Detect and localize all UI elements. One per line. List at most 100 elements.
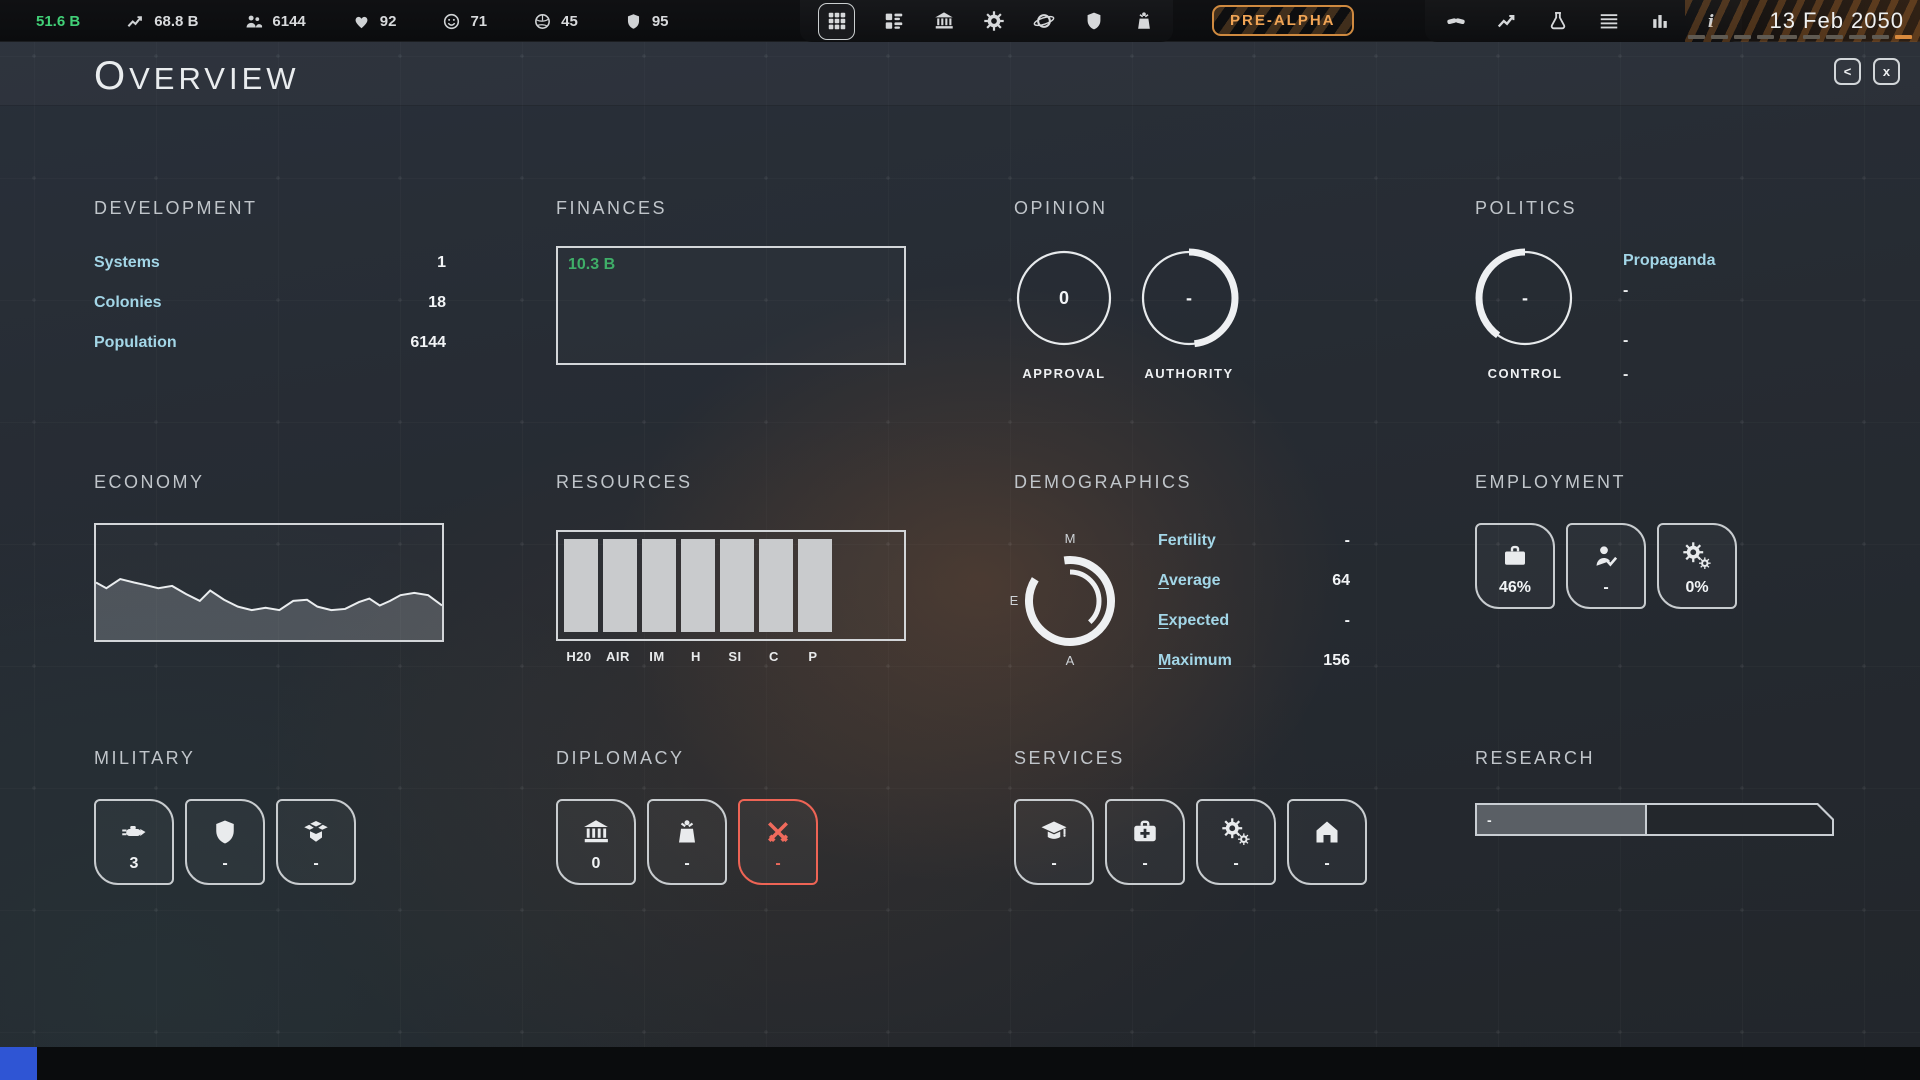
resources-labels: H20AirIMHSiCP [556,641,906,664]
research-title: RESEARCH [1475,748,1834,769]
heart-icon [352,12,371,31]
military-title: MILITARY [94,748,356,769]
demographics-title: DEMOGRAPHICS [1014,472,1350,493]
opinion-panel: OPINION 0 APPROVAL - [1014,198,1239,381]
briefcase-icon [1500,541,1530,571]
diplomacy-envoys-card[interactable]: - [647,799,727,885]
resource-bar [759,539,793,632]
resource-label: C [757,649,791,664]
services-industry-card[interactable]: - [1196,799,1276,885]
crossed-swords-icon [763,817,793,847]
open-box-icon [301,817,331,847]
resource-label: Air [601,649,635,664]
systems-row: Systems1 [94,243,446,283]
finances-balance: 10.3 B [568,256,615,274]
gears-icon [1682,541,1712,571]
development-panel: DEVELOPMENT Systems1 Colonies18 Populati… [94,198,446,363]
screen-header: Overview < x [0,42,1920,106]
population-row: Population6144 [94,323,446,363]
back-button[interactable]: < [1834,58,1861,85]
stat-planets: 45 [533,12,578,31]
control-gauge: - CONTROL [1475,248,1575,381]
stat-population: 6144 [244,12,305,31]
nav-log-button[interactable] [1598,10,1620,32]
empire-stats: 51.6 B 68.8 B 6144 92 71 45 95 [36,0,669,42]
economy-line-chart [96,525,442,640]
finances-title: FINANCES [556,198,906,219]
services-health-card[interactable]: - [1105,799,1185,885]
expected-row: Expected- [1158,601,1350,641]
nav-overview-button[interactable] [818,3,855,40]
employment-workers-card[interactable]: - [1566,523,1646,609]
person-check-icon [1591,541,1621,571]
spaceship-icon [119,817,149,847]
nav-diplomacy-button[interactable] [1445,10,1467,32]
nav-settings-button[interactable] [983,10,1005,32]
military-supplies-card[interactable]: - [276,799,356,885]
nav-research-button[interactable] [1547,10,1569,32]
credits-value: 51.6 B [36,13,80,30]
services-title: SERVICES [1014,748,1367,769]
shield-icon [1083,10,1105,32]
svg-text:-: - [1186,288,1192,308]
services-education-card[interactable]: - [1014,799,1094,885]
nav-economy-button[interactable] [1496,10,1518,32]
turn-tick [1711,35,1728,39]
graduation-cap-icon [1039,817,1069,847]
military-ships-card[interactable]: 3 [94,799,174,885]
people-icon [244,12,263,31]
stat-credits: 51.6 B [36,13,80,30]
politics-title: POLITICS [1475,198,1895,219]
trend-icon [1496,10,1518,32]
diplomacy-factions-card[interactable]: 0 [556,799,636,885]
services-housing-card[interactable]: - [1287,799,1367,885]
nav-leaders-button[interactable] [1133,10,1155,32]
demographics-gauge: M E A [1004,529,1136,667]
flask-icon [1547,10,1569,32]
economy-panel: ECONOMY [94,472,444,642]
house-icon [1312,817,1342,847]
shield-icon [624,12,643,31]
nav-stats-button[interactable] [1649,10,1671,32]
fertility-row: Fertility- [1158,521,1350,561]
nav-government-button[interactable] [933,10,955,32]
maximum-row: Maximum156 [1158,641,1350,681]
resources-panel: RESOURCES H20AirIMHSiCP [556,472,906,664]
bank-icon [933,10,955,32]
nav-planets-button[interactable] [1033,10,1055,32]
planet-icon [533,12,552,31]
nav-defense-button[interactable] [1083,10,1105,32]
nav-colonies-button[interactable] [883,10,905,32]
resource-bar [564,539,598,632]
colonies-row: Colonies18 [94,283,446,323]
military-defense-card[interactable]: - [185,799,265,885]
page-title: Overview [94,54,300,99]
close-button[interactable]: x [1873,58,1900,85]
svg-text:-: - [1522,288,1528,308]
medkit-icon [1130,817,1160,847]
svg-text:A: A [1066,653,1075,667]
handshake-icon [1445,10,1467,32]
propaganda-label: Propaganda [1623,252,1715,270]
grid-icon [826,10,848,32]
game-overview-screen: 51.6 B 68.8 B 6144 92 71 45 95 PRE-ALPHA [0,0,1920,1080]
services-panel: SERVICES - - - - [1014,748,1367,885]
employment-automation-card[interactable]: 0% [1657,523,1737,609]
minimized-window-button[interactable] [0,1047,37,1080]
diplomacy-panel: DIPLOMACY 0 - - [556,748,818,885]
finances-chart-box: 10.3 B [556,246,906,365]
politics-list: Propaganda - - - [1623,252,1715,384]
diplomacy-wars-card[interactable]: - [738,799,818,885]
stat-income: 68.8 B [126,12,198,31]
authority-gauge: - AUTHORITY [1139,248,1239,381]
turn-tick [1826,35,1843,39]
resource-bar [603,539,637,632]
resource-bar [798,539,832,632]
employment-panel: EMPLOYMENT 46% - 0% [1475,472,1737,609]
stat-security: 95 [624,12,669,31]
list-icon [1598,10,1620,32]
svg-text:0: 0 [1059,288,1069,308]
employment-jobs-card[interactable]: 46% [1475,523,1555,609]
finances-panel: FINANCES 10.3 B [556,198,906,365]
resource-label: P [796,649,830,664]
